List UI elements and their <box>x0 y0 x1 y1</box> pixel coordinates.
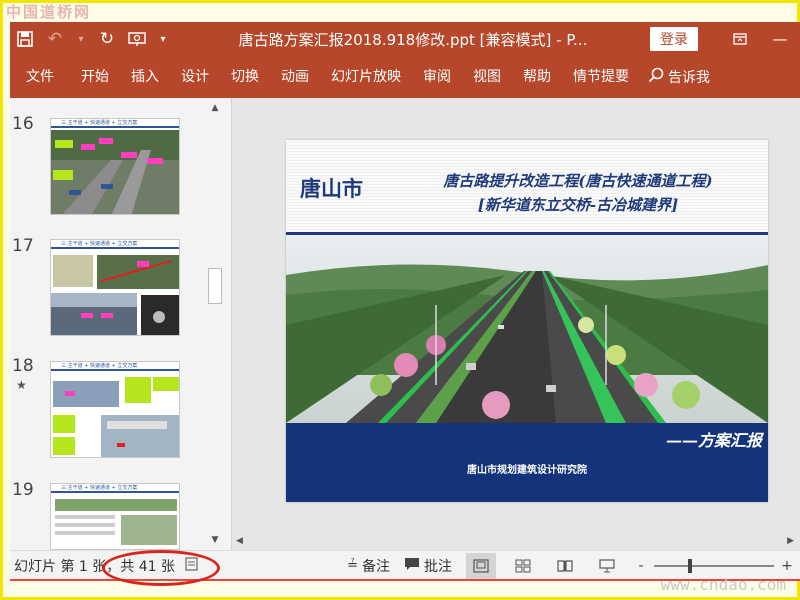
slide-city: 唐山市 <box>300 177 363 201</box>
notes-button[interactable]: ≟ 备注 <box>347 556 390 576</box>
zoom-out-button[interactable]: - <box>634 558 648 574</box>
notes-label: 备注 <box>362 558 390 575</box>
scroll-left-icon[interactable]: ◀ <box>236 532 243 550</box>
zoom-knob[interactable] <box>688 558 692 573</box>
tab-home[interactable]: 开始 <box>70 56 120 98</box>
comment-icon <box>404 557 420 575</box>
watermark-bottom-right: www.cndao.com <box>660 575 786 594</box>
tab-insert[interactable]: 插入 <box>120 56 170 98</box>
thumbnail-image <box>51 373 179 457</box>
tab-slideshow[interactable]: 幻灯片放映 <box>320 56 412 98</box>
annotation-highlight-circle <box>102 550 220 586</box>
thumbnail-scrollbar[interactable]: ▲ ▼ <box>206 98 224 550</box>
thumbnail-image <box>51 251 179 335</box>
zoom-slider[interactable]: - + <box>634 558 794 574</box>
slide-thumbnail-pane: 16 三.主干道 + 快速通道 + 立交方案 17 三.主干道 + 快速通道 +… <box>10 98 232 550</box>
road-rendering-image <box>286 235 768 423</box>
search-icon <box>648 67 664 87</box>
reading-view-icon[interactable] <box>550 553 580 579</box>
slide-thumbnail[interactable]: 三.主干道 + 快速通道 + 立交方案 <box>50 239 180 336</box>
tab-storyboarding[interactable]: 情节提要 <box>562 56 640 98</box>
minimize-icon[interactable]: — <box>760 22 800 56</box>
slide-footer-band: ——方案汇报 唐山市规划建筑设计研究院 <box>286 423 768 502</box>
zoom-in-button[interactable]: + <box>780 558 794 574</box>
tab-design[interactable]: 设计 <box>170 56 220 98</box>
thumbnail-number: 19 <box>12 480 34 500</box>
tell-me-search[interactable]: 告诉我 <box>640 67 710 87</box>
slide-title-line1: 唐古路提升改造工程(唐古快速通道工程) <box>443 172 713 190</box>
restore-icon[interactable] <box>720 22 760 56</box>
tab-review[interactable]: 审阅 <box>412 56 462 98</box>
slide-thumbnail[interactable]: 三.主干道 + 快速通道 + 立交方案 <box>50 483 180 550</box>
thumbnail-header: 三.主干道 + 快速通道 + 立交方案 <box>51 484 179 493</box>
slide-thumbnail[interactable]: 三.主干道 + 快速通道 + 立交方案 <box>50 361 180 458</box>
undo-dropdown-icon[interactable]: ▾ <box>70 22 92 56</box>
customize-icon[interactable]: ▾ <box>152 22 174 56</box>
login-button[interactable]: 登录 <box>650 27 698 51</box>
current-slide[interactable]: 唐山市 唐古路提升改造工程(唐古快速通道工程) [新华道东立交桥-古冶城建界] <box>286 140 768 502</box>
slide-thumbnail[interactable]: 三.主干道 + 快速通道 + 立交方案 <box>50 118 180 215</box>
comments-label: 批注 <box>424 558 452 575</box>
slide-institute: 唐山市规划建筑设计研究院 <box>467 465 587 476</box>
tell-me-label: 告诉我 <box>668 70 710 86</box>
slide-title-line2: [新华道东立交桥-古冶城建界] <box>477 196 679 214</box>
ribbon-tabs: 文件 开始 插入 设计 切换 动画 幻灯片放映 审阅 视图 帮助 情节提要 告诉… <box>10 56 800 98</box>
slide-sorter-icon[interactable] <box>508 553 538 579</box>
tab-view[interactable]: 视图 <box>462 56 512 98</box>
redo-icon[interactable]: ↻ <box>92 22 122 56</box>
zoom-track[interactable] <box>654 558 774 573</box>
present-icon[interactable] <box>122 22 152 56</box>
tab-help[interactable]: 帮助 <box>512 56 562 98</box>
thumbnail-header: 三.主干道 + 快速通道 + 立交方案 <box>51 240 179 249</box>
notes-icon: ≟ <box>347 558 358 573</box>
thumbnail-header: 三.主干道 + 快速通道 + 立交方案 <box>51 362 179 371</box>
thumbnail-number: 17 <box>12 236 34 256</box>
tab-file[interactable]: 文件 <box>10 56 70 98</box>
title-bar: ↶ ▾ ↻ ▾ 唐古路方案汇报2018.918修改.ppt [兼容模式] - P… <box>10 22 800 56</box>
watermark-top-left: 中国道桥网 <box>6 3 92 21</box>
undo-icon[interactable]: ↶ <box>40 22 70 56</box>
scroll-up-icon[interactable]: ▲ <box>206 100 224 116</box>
comments-button[interactable]: 批注 <box>404 556 452 576</box>
scroll-right-icon[interactable]: ▶ <box>787 532 794 550</box>
slide-plan-label: ——方案汇报 <box>665 431 762 450</box>
slide-horizontal-scrollbar[interactable]: ◀ ▶ <box>232 532 800 550</box>
thumbnail-number: 18 <box>12 356 34 376</box>
scroll-down-icon[interactable]: ▼ <box>206 532 224 548</box>
thumbnail-image <box>51 130 179 214</box>
animation-star-icon: ★ <box>16 378 27 392</box>
slideshow-icon[interactable] <box>592 553 622 579</box>
document-title: 唐古路方案汇报2018.918修改.ppt [兼容模式] - P... <box>238 30 588 49</box>
normal-view-icon[interactable] <box>466 552 496 579</box>
workspace: 16 三.主干道 + 快速通道 + 立交方案 17 三.主干道 + 快速通道 +… <box>10 98 800 550</box>
tab-transitions[interactable]: 切换 <box>220 56 270 98</box>
thumbnail-number: 16 <box>12 114 34 134</box>
scrollbar-thumb[interactable] <box>208 268 222 304</box>
thumbnail-image <box>51 495 179 549</box>
tab-animations[interactable]: 动画 <box>270 56 320 98</box>
save-icon[interactable] <box>10 22 40 56</box>
slide-editor: 唐山市 唐古路提升改造工程(唐古快速通道工程) [新华道东立交桥-古冶城建界] <box>232 98 800 550</box>
thumbnail-header: 三.主干道 + 快速通道 + 立交方案 <box>51 119 179 128</box>
